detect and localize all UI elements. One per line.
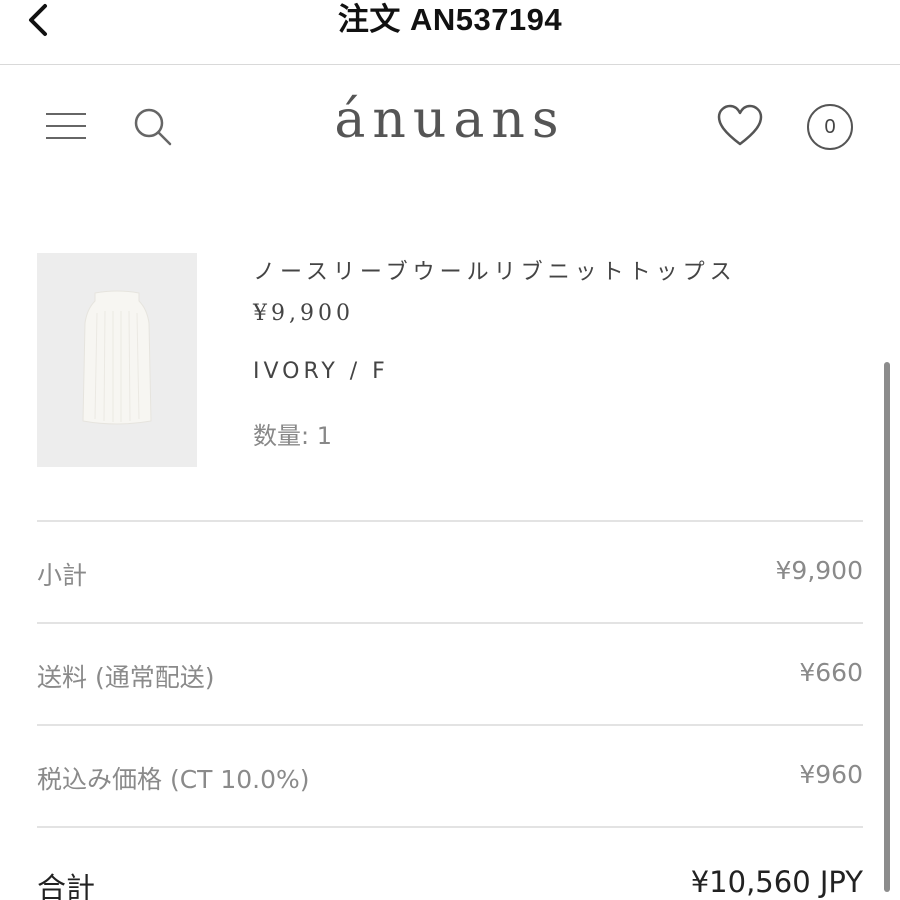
brand-logo[interactable]: ánuans (0, 90, 900, 150)
shipping-row: 送料 (通常配送) ¥660 (37, 622, 863, 724)
total-value: ¥10,560 JPY (690, 865, 863, 899)
shipping-value: ¥660 (799, 658, 863, 687)
total-label: 合計 (37, 871, 96, 900)
tax-row: 税込み価格 (CT 10.0%) ¥960 (37, 724, 863, 826)
order-title: 注文 AN537194 (337, 2, 563, 37)
shipping-label: 送料 (通常配送) (37, 663, 215, 692)
product-price: ¥9,900 (253, 301, 354, 326)
product-name[interactable]: ノースリーブウールリブニットトップス (253, 254, 737, 286)
total-row: 合計 ¥10,560 JPY (37, 826, 863, 900)
subtotal-value: ¥9,900 (775, 556, 863, 585)
subtotal-row: 小計 ¥9,900 (37, 520, 863, 622)
knit-top-image (82, 290, 152, 425)
product-image[interactable] (37, 253, 197, 467)
tax-label: 税込み価格 (CT 10.0%) (37, 765, 310, 794)
tax-value: ¥960 (799, 760, 863, 789)
order-summary: 小計 ¥9,900 送料 (通常配送) ¥660 税込み価格 (CT 10.0%… (37, 520, 863, 900)
product-variant: IVORY / F (253, 359, 389, 384)
favorites-button[interactable] (716, 104, 764, 150)
cart-button[interactable]: 0 (807, 104, 853, 150)
store-header: ánuans 0 (0, 64, 900, 194)
subtotal-label: 小計 (37, 561, 88, 590)
order-page: 注文 AN537194 ánuans 0 ノースリーブウールリブニットトップス … (0, 0, 900, 900)
heart-icon (717, 104, 763, 146)
scrollbar[interactable] (884, 362, 890, 892)
top-nav-bar: 注文 AN537194 (0, 0, 900, 65)
product-quantity: 数量: 1 (253, 422, 332, 450)
